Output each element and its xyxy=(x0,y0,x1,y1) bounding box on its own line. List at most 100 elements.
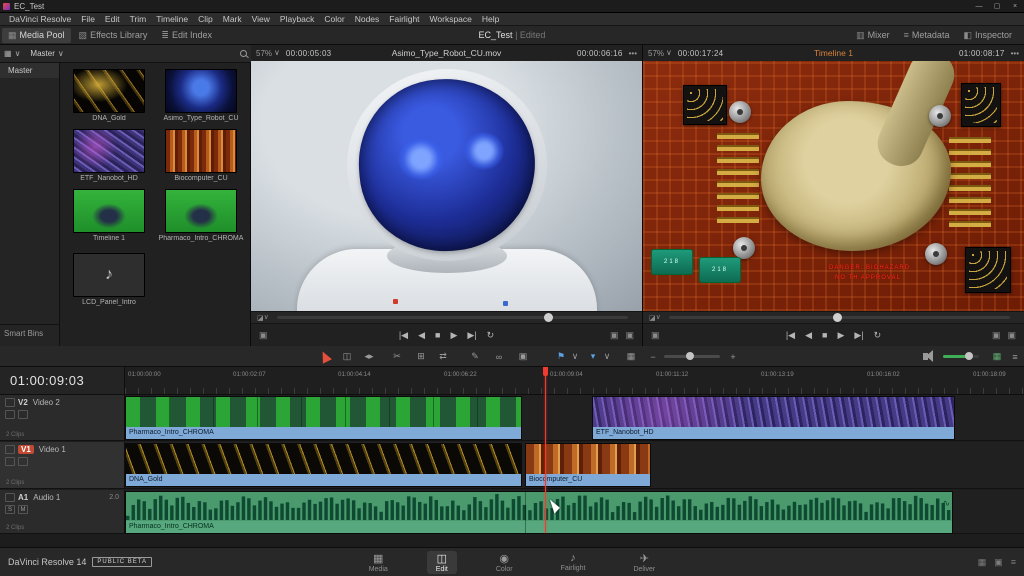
timeline-scrub-track[interactable] xyxy=(669,316,1010,319)
mute-button[interactable]: M xyxy=(18,505,28,514)
audio-level-knob[interactable] xyxy=(965,352,973,360)
source-mark-in-icon[interactable]: ▣ xyxy=(610,330,619,341)
insert-edit-button[interactable]: ⊞ xyxy=(412,349,430,364)
source-play-reverse-button[interactable]: ◀ xyxy=(418,330,425,341)
lock-icon[interactable] xyxy=(5,493,15,502)
track-enable-icon[interactable] xyxy=(18,457,28,466)
timeline-clip-pharmaco-v2[interactable]: Pharmaco_Intro_CHROMA xyxy=(125,396,522,440)
timeline-view-mode-icon[interactable]: ◪ xyxy=(649,314,656,322)
source-video-frame[interactable] xyxy=(251,61,642,311)
audio-mute-button[interactable] xyxy=(916,349,934,364)
effects-library-toggle[interactable]: ▧ Effects Library xyxy=(73,28,154,43)
page-media[interactable]: ▦ Media xyxy=(360,551,397,574)
timeline-mark-out-icon[interactable]: ▣ xyxy=(1007,330,1016,341)
track-enable-icon[interactable] xyxy=(18,410,28,419)
playhead[interactable] xyxy=(545,367,546,533)
timeline-list-mode-button[interactable]: ≡ xyxy=(1006,349,1024,364)
bin-item-master[interactable]: Master xyxy=(0,63,59,78)
timeline-scrub-handle[interactable] xyxy=(833,313,842,322)
timeline-clip-biocomputer[interactable]: Biocomputer_CU xyxy=(525,443,651,487)
media-clip[interactable]: Timeline 1 xyxy=(66,189,152,242)
timeline-zoom-chevron-icon[interactable]: ∨ xyxy=(666,49,672,57)
menu-mark[interactable]: Mark xyxy=(218,14,247,24)
view-options-chevron-icon[interactable]: ∨ xyxy=(15,50,21,58)
bin-path-chevron-icon[interactable]: ∨ xyxy=(58,50,64,58)
timeline-view-options-button[interactable]: ▦ xyxy=(622,349,640,364)
trim-edit-mode-button[interactable]: ◫ xyxy=(338,349,356,364)
zoom-out-button[interactable]: − xyxy=(644,349,662,364)
thumbnail-view-icon[interactable]: ▦ xyxy=(4,50,12,58)
source-stop-button[interactable]: ■ xyxy=(435,330,440,340)
source-scrub-track[interactable] xyxy=(277,316,628,319)
source-view-chevron-icon[interactable]: ∨ xyxy=(264,314,269,321)
timeline-display-mode-button[interactable]: ▦ xyxy=(988,349,1006,364)
mixer-toggle[interactable]: ▥ Mixer xyxy=(850,28,896,43)
auto-select-icon[interactable] xyxy=(5,457,15,466)
lock-icon[interactable] xyxy=(5,398,15,407)
bin-path[interactable]: Master xyxy=(30,49,54,58)
timeline-play-button[interactable]: ▶ xyxy=(837,330,844,341)
timeline-mark-in-icon[interactable]: ▣ xyxy=(992,330,1001,341)
menu-clip[interactable]: Clip xyxy=(193,14,218,24)
source-view-mode-icon[interactable]: ◪ xyxy=(257,314,264,322)
timeline-clip-etf-nanobot[interactable]: ETF_Nanobot_HD xyxy=(592,396,955,440)
menu-color[interactable]: Color xyxy=(319,14,349,24)
timeline-zoom-slider[interactable] xyxy=(664,355,720,358)
menu-timeline[interactable]: Timeline xyxy=(151,14,193,24)
track-lane-v1[interactable]: DNA_Gold Biocomputer_CU xyxy=(125,442,1024,489)
timeline-zoom-level[interactable]: 57% xyxy=(648,49,664,58)
source-last-frame-button[interactable]: ▶| xyxy=(467,330,476,341)
track-header-v2[interactable]: V2 Video 2 2 Clips xyxy=(0,395,125,441)
timeline-stop-button[interactable]: ■ xyxy=(822,330,827,340)
selection-tool-button[interactable] xyxy=(316,349,334,364)
page-fairlight[interactable]: ♪ Fairlight xyxy=(552,551,595,574)
timeline-clip-pharmaco-audio[interactable]: Pharmaco_Intro_CHROMA ∿ xyxy=(125,491,953,534)
media-clip[interactable]: ETF_Nanobot_HD xyxy=(66,129,152,182)
timeline-video-frame[interactable]: 218 218 DANGER: BIOHAZARD NO TH APPROVAL xyxy=(643,61,1024,311)
source-scrub-handle[interactable] xyxy=(544,313,553,322)
track-header-v1[interactable]: V1 Video 1 2 Clips xyxy=(0,442,125,489)
track-lane-a1[interactable]: Pharmaco_Intro_CHROMA ∿ xyxy=(125,490,1024,534)
solo-button[interactable]: S xyxy=(5,505,15,514)
timeline-jog-bar[interactable]: ◪ ∨ xyxy=(643,311,1024,324)
search-icon[interactable] xyxy=(240,50,247,57)
source-options-kebab-icon[interactable]: ••• xyxy=(629,49,637,58)
media-clip[interactable]: Biocomputer_CU xyxy=(158,129,244,182)
pen-tool-button[interactable]: ✎ xyxy=(466,349,484,364)
track-lane-v2[interactable]: Pharmaco_Intro_CHROMA ETF_Nanobot_HD xyxy=(125,395,1024,441)
snapping-button[interactable]: ▣ xyxy=(514,349,532,364)
menu-edit[interactable]: Edit xyxy=(100,14,125,24)
timeline-options-kebab-icon[interactable]: ••• xyxy=(1011,49,1019,58)
timeline-first-frame-button[interactable]: |◀ xyxy=(786,330,795,341)
menu-trim[interactable]: Trim xyxy=(125,14,152,24)
menu-playback[interactable]: Playback xyxy=(275,14,320,24)
menu-nodes[interactable]: Nodes xyxy=(350,14,385,24)
source-loop-button[interactable]: ↻ xyxy=(487,330,495,341)
marker-chevron-icon[interactable]: ∨ xyxy=(598,349,616,364)
timeline-loop-button[interactable]: ↻ xyxy=(874,330,882,341)
timeline-clip-dna-gold[interactable]: DNA_Gold xyxy=(125,443,522,487)
timeline-view-chevron-icon[interactable]: ∨ xyxy=(656,314,661,321)
source-first-frame-button[interactable]: |◀ xyxy=(399,330,408,341)
swap-edit-button[interactable]: ⇄ xyxy=(434,349,452,364)
media-clip[interactable]: DNA_Gold xyxy=(66,69,152,122)
metadata-toggle[interactable]: ≡ Metadata xyxy=(898,28,956,43)
source-jog-bar[interactable]: ◪ ∨ xyxy=(251,311,642,324)
edit-index-toggle[interactable]: ≣ Edit Index xyxy=(155,28,218,43)
lock-icon[interactable] xyxy=(5,445,15,454)
smart-bins-section[interactable]: Smart Bins xyxy=(0,324,60,342)
auto-select-icon[interactable] xyxy=(5,410,15,419)
dynamic-trim-button[interactable]: ◂▸ xyxy=(360,349,378,364)
inspector-toggle[interactable]: ◧ Inspector xyxy=(957,28,1018,43)
media-clip[interactable]: Asimo_Type_Robot_CU xyxy=(158,69,244,122)
track-header-a1[interactable]: A1 Audio 1 2.0 S M 2 Clips xyxy=(0,490,125,534)
source-zoom-level[interactable]: 57% xyxy=(256,49,272,58)
page-color[interactable]: ◉ Color xyxy=(487,551,522,574)
menu-workspace[interactable]: Workspace xyxy=(425,14,477,24)
zoom-slider-knob[interactable] xyxy=(686,352,694,360)
menu-file[interactable]: File xyxy=(76,14,100,24)
media-pool-toggle[interactable]: ▦ Media Pool xyxy=(2,28,71,43)
menu-fairlight[interactable]: Fairlight xyxy=(384,14,424,24)
timeline-play-reverse-button[interactable]: ◀ xyxy=(805,330,812,341)
media-clip[interactable]: Pharmaco_Intro_CHROMA xyxy=(158,189,244,242)
